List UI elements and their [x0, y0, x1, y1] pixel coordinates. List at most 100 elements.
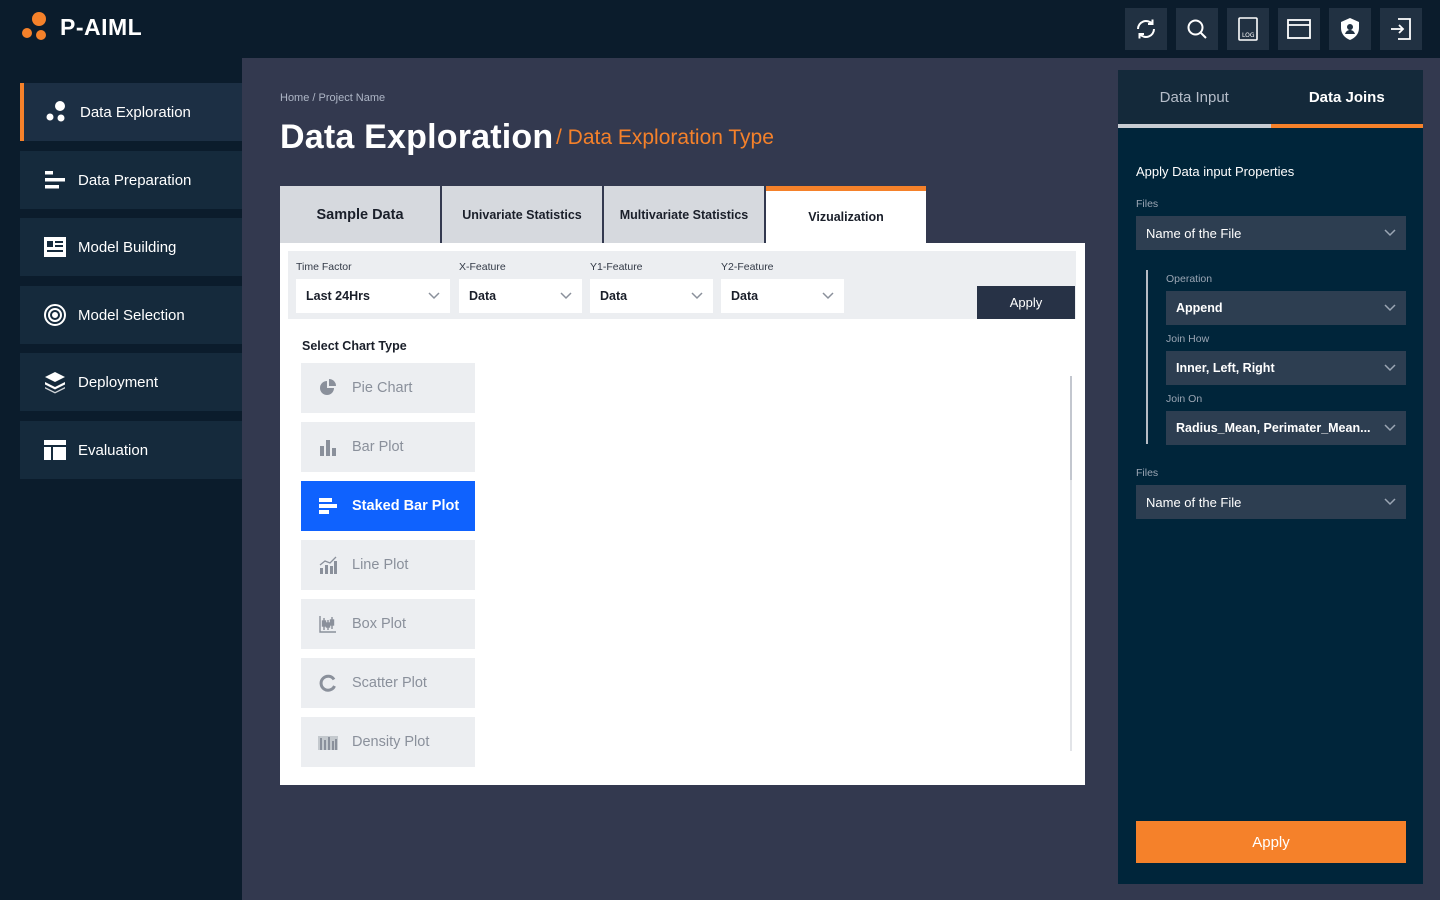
exploration-tabs: Sample Data Univariate Statistics Multiv…: [280, 186, 926, 243]
chart-type-staked-bar-plot[interactable]: Staked Bar Plot: [301, 481, 475, 531]
chart-type-label-text: Staked Bar Plot: [352, 498, 460, 514]
chevron-down-icon: [1384, 304, 1396, 312]
chevron-down-icon: [560, 292, 572, 300]
chart-type-label-text: Line Plot: [352, 557, 409, 573]
y1-feature-value: Data: [600, 289, 628, 303]
top-bar: P-AIML LOG: [0, 0, 1440, 58]
chart-type-density-plot[interactable]: Density Plot: [301, 717, 475, 767]
sidebar-item-model-selection[interactable]: Model Selection: [20, 286, 242, 344]
sidebar-item-data-exploration[interactable]: Data Exploration: [20, 83, 242, 141]
security-button[interactable]: [1329, 8, 1371, 50]
chart-type-box-plot[interactable]: Box Plot: [301, 599, 475, 649]
time-factor-select[interactable]: Last 24Hrs: [296, 279, 450, 313]
sidebar-item-label: Evaluation: [78, 441, 149, 459]
filter-bar: Time Factor Last 24Hrs X-Feature Data Y1…: [288, 251, 1076, 319]
sidebar-item-label: Model Selection: [78, 306, 185, 324]
files-label-2: Files: [1136, 467, 1159, 479]
files-value-2: Name of the File: [1146, 494, 1242, 510]
sidebar-item-evaluation[interactable]: Evaluation: [20, 421, 242, 479]
chart-type-line-plot[interactable]: Line Plot: [301, 540, 475, 590]
density-plot-icon: [318, 732, 338, 752]
join-how-select[interactable]: Inner, Left, Right: [1166, 351, 1406, 385]
page-title: Data Exploration: [280, 118, 554, 156]
tab-vizualization[interactable]: Vizualization: [766, 186, 926, 243]
tab-sample-data[interactable]: Sample Data: [280, 186, 440, 243]
target-icon: [42, 302, 68, 328]
breadcrumb[interactable]: Home / Project Name: [280, 92, 385, 104]
join-group-divider: [1146, 270, 1148, 444]
tab-univariate-statistics[interactable]: Univariate Statistics: [442, 186, 602, 243]
chart-type-label-text: Bar Plot: [352, 439, 404, 455]
sidebar-item-deployment[interactable]: Deployment: [20, 353, 242, 411]
y2-feature-value: Data: [731, 289, 759, 303]
scrollbar-thumb[interactable]: [1070, 376, 1072, 480]
logo-icon: [22, 12, 50, 42]
operation-select[interactable]: Append: [1166, 291, 1406, 325]
search-button[interactable]: [1176, 8, 1218, 50]
tab-data-input[interactable]: Data Input: [1118, 70, 1271, 128]
chart-type-label-text: Scatter Plot: [352, 675, 427, 691]
bar-chart-icon: [318, 437, 338, 457]
files-select-2[interactable]: Name of the File: [1136, 485, 1406, 519]
y2-feature-group: Y2-Feature Data: [721, 261, 844, 313]
y2-feature-select[interactable]: Data: [721, 279, 844, 313]
sidebar-item-label: Data Exploration: [80, 103, 191, 121]
x-feature-group: X-Feature Data: [459, 261, 582, 313]
sidebar-item-model-building[interactable]: Model Building: [20, 218, 242, 276]
window-button[interactable]: [1278, 8, 1320, 50]
tab-data-joins[interactable]: Data Joins: [1270, 70, 1423, 128]
search-icon: [1187, 19, 1207, 39]
chevron-down-icon: [1384, 498, 1396, 506]
join-how-label: Join How: [1166, 333, 1210, 345]
operation-label: Operation: [1166, 273, 1213, 285]
files-select[interactable]: Name of the File: [1136, 216, 1406, 250]
log-button[interactable]: LOG: [1227, 8, 1269, 50]
box-plot-icon: [318, 614, 338, 634]
join-on-select[interactable]: Radius_Mean, Perimater_Mean...: [1166, 411, 1406, 445]
data-exploration-icon: [44, 99, 70, 125]
y1-feature-group: Y1-Feature Data: [590, 261, 713, 313]
sidebar-item-data-preparation[interactable]: Data Preparation: [20, 151, 242, 209]
sidebar: Data Exploration Data Preparation Model …: [0, 58, 242, 900]
layers-icon: [42, 369, 68, 395]
tab-multivariate-statistics[interactable]: Multivariate Statistics: [604, 186, 764, 243]
filter-apply-button[interactable]: Apply: [977, 286, 1075, 319]
app-title: P-AIML: [60, 14, 143, 40]
refresh-icon: [1137, 19, 1155, 39]
right-panel-tabs: Data Input Data Joins: [1118, 70, 1423, 128]
stacked-bar-icon: [318, 496, 338, 516]
x-feature-label: X-Feature: [459, 261, 506, 273]
logout-button[interactable]: [1380, 8, 1422, 50]
sidebar-item-label: Data Preparation: [78, 171, 192, 189]
chart-type-pie-chart[interactable]: Pie Chart: [301, 363, 475, 413]
chart-type-label-text: Density Plot: [352, 734, 430, 750]
refresh-button[interactable]: [1125, 8, 1167, 50]
chevron-down-icon: [691, 292, 703, 300]
time-factor-value: Last 24Hrs: [306, 289, 370, 303]
chevron-down-icon: [1384, 364, 1396, 372]
x-feature-select[interactable]: Data: [459, 279, 582, 313]
chart-type-label: Select Chart Type: [302, 339, 407, 353]
header-toolbar: LOG: [1125, 8, 1422, 50]
pie-chart-icon: [318, 378, 338, 398]
y2-feature-label: Y2-Feature: [721, 261, 774, 273]
shield-icon: [1341, 18, 1359, 40]
section-title: Apply Data input Properties: [1136, 164, 1295, 179]
logout-icon: [1391, 18, 1411, 40]
time-factor-label: Time Factor: [296, 261, 352, 273]
sidebar-item-label: Deployment: [78, 373, 159, 391]
join-on-value: Radius_Mean, Perimater_Mean...: [1176, 421, 1371, 435]
files-value: Name of the File: [1146, 225, 1242, 241]
table-layout-icon: [42, 437, 68, 463]
data-preparation-icon: [42, 167, 68, 193]
join-on-label: Join On: [1166, 393, 1203, 405]
chevron-down-icon: [822, 292, 834, 300]
log-icon: LOG: [1238, 17, 1258, 41]
chart-type-scatter-plot[interactable]: Scatter Plot: [301, 658, 475, 708]
apply-properties-button[interactable]: Apply: [1136, 821, 1406, 863]
files-label: Files: [1136, 198, 1159, 210]
chart-type-bar-plot[interactable]: Bar Plot: [301, 422, 475, 472]
window-icon: [1287, 19, 1311, 39]
model-building-icon: [42, 234, 68, 260]
y1-feature-select[interactable]: Data: [590, 279, 713, 313]
